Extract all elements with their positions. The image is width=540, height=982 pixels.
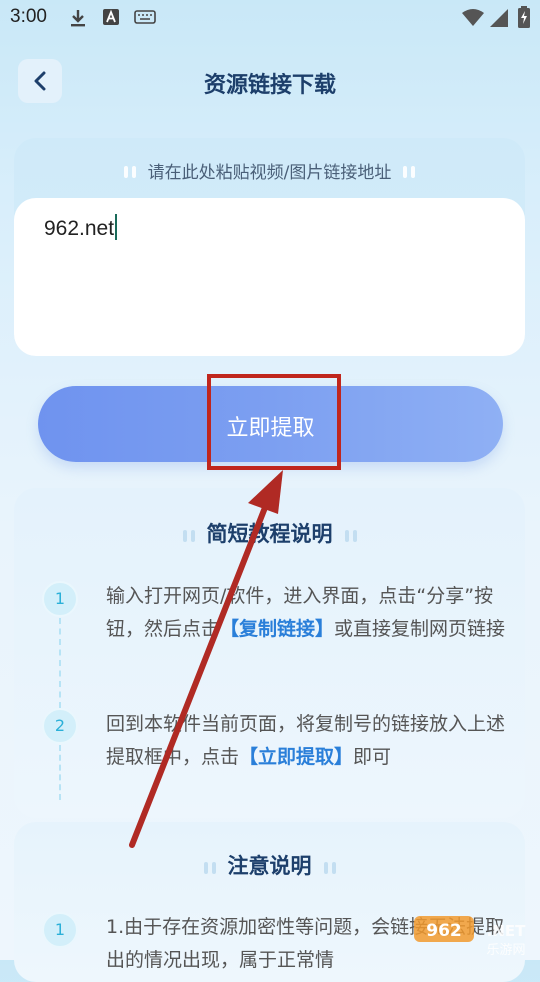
decor-dots-icon xyxy=(181,523,197,547)
watermark-logo: 962 .NET 乐游网 xyxy=(410,908,538,958)
decor-dots-icon xyxy=(202,855,218,879)
svg-text:962: 962 xyxy=(426,921,462,941)
wifi-icon xyxy=(462,9,484,26)
step-connector xyxy=(59,618,61,708)
svg-text:乐游网: 乐游网 xyxy=(486,943,525,958)
text-caret xyxy=(115,214,118,240)
input-hint: 请在此处粘贴视频/图片链接地址 xyxy=(147,163,392,183)
font-icon xyxy=(103,9,119,25)
link-input-value: 962.net xyxy=(44,217,115,240)
notice-title: 注意说明 xyxy=(227,854,312,878)
annotation-box xyxy=(207,374,341,470)
decor-dots-icon xyxy=(401,163,417,183)
tutorial-card: 简短教程说明 1 输入打开网页/软件，进入界面，点击“分享”按钮，然后点击【复制… xyxy=(14,488,525,818)
notice-title-row: 注意说明 xyxy=(14,850,525,880)
signal-icon xyxy=(490,9,508,27)
decor-dots-icon xyxy=(343,523,359,547)
input-hint-row: 请在此处粘贴视频/图片链接地址 xyxy=(14,158,525,183)
notice-number: 1 xyxy=(42,912,78,948)
tutorial-title: 简短教程说明 xyxy=(206,522,333,546)
link-input[interactable]: 962.net xyxy=(14,198,525,356)
keyboard-icon xyxy=(134,10,156,24)
step-text: 输入打开网页/软件，进入界面，点击“分享”按钮，然后点击【复制链接】或直接复制网… xyxy=(106,585,506,640)
decor-dots-icon xyxy=(122,163,138,183)
status-bar: 3:00 xyxy=(0,0,540,36)
battery-icon xyxy=(518,6,530,28)
step-number: 2 xyxy=(42,708,78,744)
svg-text:.NET: .NET xyxy=(487,922,526,940)
header: 资源链接下载 xyxy=(0,56,540,106)
tutorial-title-row: 简短教程说明 xyxy=(14,518,525,548)
link-input-card: 请在此处粘贴视频/图片链接地址 962.net xyxy=(14,138,525,356)
decor-dots-icon xyxy=(322,855,338,879)
download-icon xyxy=(71,10,85,27)
status-time: 3:00 xyxy=(10,6,47,27)
step-number: 1 xyxy=(42,581,78,617)
step-connector xyxy=(59,745,61,800)
page-title: 资源链接下载 xyxy=(203,73,336,98)
step-text: 回到本软件当前页面，将复制号的链接放入上述提取框中，点击【立即提取】即可 xyxy=(106,713,506,768)
